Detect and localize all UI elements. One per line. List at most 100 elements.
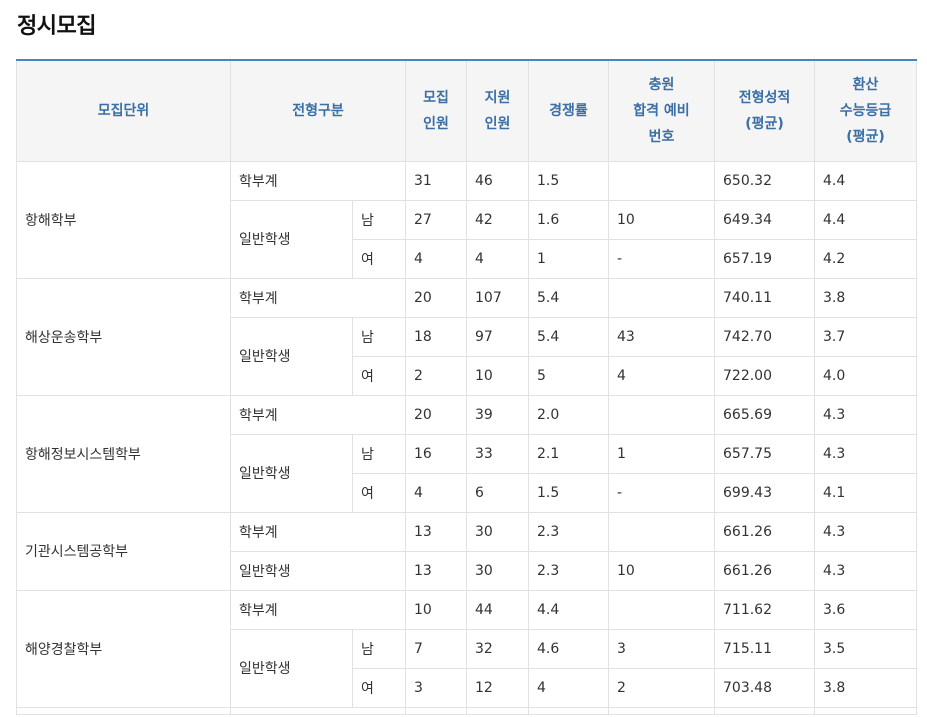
quota-cell: 16 <box>405 433 467 474</box>
waitlist-cell: 4 <box>608 355 715 396</box>
ratio-cell: 4.4 <box>528 589 609 630</box>
quota-cell: 20 <box>405 394 467 435</box>
page-title: 정시모집 <box>17 14 96 39</box>
header-quota-line: 인원 <box>423 115 449 132</box>
waitlist-cell: - <box>608 238 715 279</box>
score-cell: 715.11 <box>714 628 815 669</box>
header-score-line: (평균) <box>745 115 784 132</box>
type-cell: 학부계 <box>230 394 406 435</box>
quota-cell: 10 <box>405 589 467 630</box>
empty-cell <box>528 706 609 715</box>
gender-cell: 여 <box>352 355 406 396</box>
applicants-cell: 30 <box>466 550 529 591</box>
grade-cell: 4.3 <box>814 550 917 591</box>
ratio-cell: 1.5 <box>528 160 609 201</box>
header-ratio: 경쟁률 <box>528 59 609 162</box>
score-cell: 711.62 <box>714 589 815 630</box>
score-cell: 740.11 <box>714 277 815 318</box>
score-cell: 703.48 <box>714 667 815 708</box>
applicants-cell: 44 <box>466 589 529 630</box>
grade-cell: 4.3 <box>814 433 917 474</box>
score-cell: 661.26 <box>714 550 815 591</box>
header-grade-line: 환산 <box>852 76 879 93</box>
quota-cell: 13 <box>405 511 467 552</box>
waitlist-cell <box>608 160 715 201</box>
table-header-row: 모집단위 전형구분 모집 인원 지원 인원 경쟁률 충원 합격 예비 번호 전형… <box>16 59 917 162</box>
gender-cell: 남 <box>352 433 406 474</box>
gender-cell: 여 <box>352 667 406 708</box>
waitlist-cell <box>608 394 715 435</box>
unit-cell: 기관시스템공학부 <box>16 511 231 591</box>
header-waitlist-line: 충원 <box>648 76 675 93</box>
unit-cell: 해상운송학부 <box>16 277 231 396</box>
quota-cell: 20 <box>405 277 467 318</box>
empty-cell <box>405 706 467 715</box>
empty-cell <box>16 706 231 715</box>
table-row: 항해정보시스템학부 학부계 20 39 2.0 665.69 4.3 <box>16 394 917 513</box>
applicants-cell: 30 <box>466 511 529 552</box>
grade-cell: 3.8 <box>814 667 917 708</box>
type-cell: 일반학생 <box>230 316 353 396</box>
admission-results-table: 모집단위 전형구분 모집 인원 지원 인원 경쟁률 충원 합격 예비 번호 전형… <box>16 59 917 715</box>
waitlist-cell <box>608 589 715 630</box>
header-grade-line: 수능등급 <box>839 102 892 119</box>
grade-cell: 4.3 <box>814 394 917 435</box>
type-cell: 학부계 <box>230 160 406 201</box>
ratio-cell: 5 <box>528 355 609 396</box>
ratio-cell: 2.3 <box>528 550 609 591</box>
applicants-cell: 12 <box>466 667 529 708</box>
waitlist-cell: - <box>608 472 715 513</box>
header-unit: 모집단위 <box>16 59 231 162</box>
ratio-cell: 5.4 <box>528 316 609 357</box>
ratio-cell: 2.0 <box>528 394 609 435</box>
waitlist-cell: 10 <box>608 550 715 591</box>
type-cell: 일반학생 <box>230 550 406 591</box>
page: 정시모집 모집단위 전형구분 모집 인원 지원 인원 경쟁률 충원 합격 예비 … <box>0 0 927 717</box>
applicants-cell: 6 <box>466 472 529 513</box>
gender-cell: 남 <box>352 628 406 669</box>
header-applicants-line: 지원 <box>484 89 511 106</box>
gender-cell: 남 <box>352 199 406 240</box>
score-cell: 650.32 <box>714 160 815 201</box>
header-grade-line: (평균) <box>846 128 885 145</box>
quota-cell: 2 <box>405 355 467 396</box>
waitlist-cell <box>608 277 715 318</box>
applicants-cell: 32 <box>466 628 529 669</box>
applicants-cell: 4 <box>466 238 529 279</box>
grade-cell: 3.8 <box>814 277 917 318</box>
grade-cell: 4.2 <box>814 238 917 279</box>
header-grade: 환산 수능등급 (평균) <box>814 59 917 162</box>
ratio-cell: 4 <box>528 667 609 708</box>
empty-cell <box>714 706 815 715</box>
applicants-cell: 107 <box>466 277 529 318</box>
score-cell: 661.26 <box>714 511 815 552</box>
applicants-cell: 33 <box>466 433 529 474</box>
ratio-cell: 1 <box>528 238 609 279</box>
empty-cell <box>814 706 917 715</box>
grade-cell: 4.0 <box>814 355 917 396</box>
applicants-cell: 10 <box>466 355 529 396</box>
table-row-cutoff <box>16 706 917 715</box>
grade-cell: 4.4 <box>814 199 917 240</box>
gender-cell: 남 <box>352 316 406 357</box>
waitlist-cell: 3 <box>608 628 715 669</box>
type-cell: 학부계 <box>230 277 406 318</box>
header-waitlist: 충원 합격 예비 번호 <box>608 59 715 162</box>
unit-cell: 해양경찰학부 <box>16 589 231 708</box>
waitlist-cell: 43 <box>608 316 715 357</box>
header-type: 전형구분 <box>230 59 406 162</box>
applicants-cell: 39 <box>466 394 529 435</box>
header-score: 전형성적 (평균) <box>714 59 815 162</box>
empty-cell <box>466 706 529 715</box>
table-row: 기관시스템공학부 학부계 13 30 2.3 661.26 4.3 <box>16 511 917 591</box>
score-cell: 665.69 <box>714 394 815 435</box>
header-waitlist-line: 번호 <box>648 128 675 145</box>
type-cell: 일반학생 <box>230 199 353 279</box>
score-cell: 649.34 <box>714 199 815 240</box>
quota-cell: 31 <box>405 160 467 201</box>
ratio-cell: 2.1 <box>528 433 609 474</box>
quota-cell: 3 <box>405 667 467 708</box>
quota-cell: 7 <box>405 628 467 669</box>
grade-cell: 4.4 <box>814 160 917 201</box>
type-cell: 일반학생 <box>230 628 353 708</box>
